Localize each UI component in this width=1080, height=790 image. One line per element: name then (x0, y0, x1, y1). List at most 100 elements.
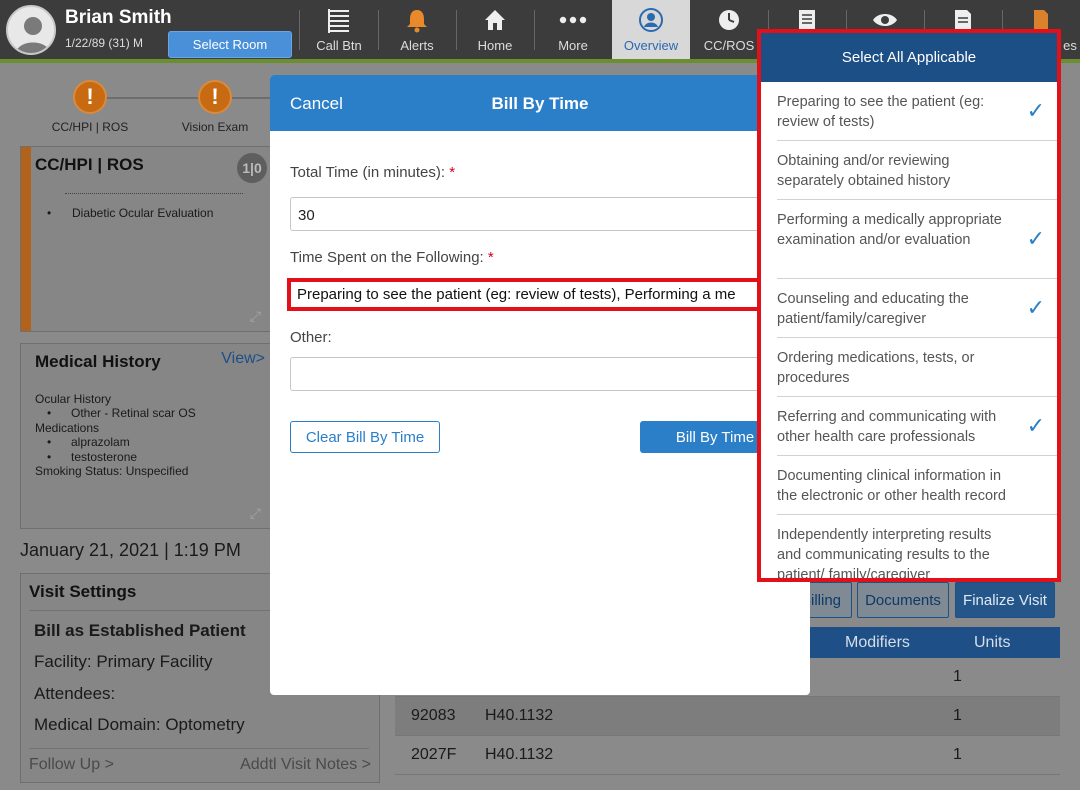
nav-more[interactable]: More (534, 0, 612, 60)
divider (29, 748, 369, 749)
history-line: testosterone (71, 450, 138, 464)
option-label: Preparing to see the patient (eg: review… (777, 94, 985, 130)
divider (65, 193, 243, 194)
workflow-step-label: Vision Exam (181, 120, 249, 134)
option-label: Obtaining and/or reviewing separately ob… (777, 153, 951, 189)
follow-up-link[interactable]: Follow Up > (29, 756, 114, 774)
documents-button[interactable]: Documents (857, 582, 949, 618)
nav-label: Home (477, 38, 513, 53)
option-item[interactable]: Documenting clinical information in the … (777, 456, 1057, 515)
expand-icon[interactable]: ⤢ (250, 308, 261, 325)
other-label: Other: (290, 329, 332, 346)
required-marker: * (449, 164, 456, 181)
units-value: 1 (953, 746, 962, 763)
more-icon (534, 6, 612, 34)
cc-item: Diabetic Ocular Evaluation (72, 206, 214, 220)
table-row[interactable]: 92083 H40.1132 1 (395, 697, 1060, 736)
checkmark-icon: ✓ (1026, 97, 1045, 123)
highlight-annotation (287, 278, 767, 311)
alert-icon: ! (198, 80, 232, 114)
nav-home[interactable]: Home (456, 0, 534, 60)
units-value: 1 (953, 668, 962, 685)
history-line: alprazolam (71, 435, 130, 449)
column-header-modifiers: Modifiers (845, 634, 910, 651)
checkmark-icon: ✓ (1026, 412, 1045, 438)
option-item[interactable]: Performing a medically appropriate exami… (777, 200, 1057, 279)
bullet: • (47, 450, 52, 464)
alert-icon: ! (73, 80, 107, 114)
patient-avatar[interactable] (6, 5, 56, 55)
select-applicable-popover: Select All Applicable Preparing to see t… (757, 29, 1061, 582)
workflow-step-label: CC/HPI | ROS (51, 120, 129, 134)
select-room-button[interactable]: Select Room (168, 31, 292, 58)
table-row[interactable]: 2027F H40.1132 1 (395, 736, 1060, 775)
count-badge: 1|0 (237, 153, 267, 183)
medical-domain[interactable]: Medical Domain: Optometry (34, 715, 245, 735)
person-silhouette-icon (16, 17, 50, 53)
option-item[interactable]: Referring and communicating with other h… (777, 397, 1057, 456)
card-title: Visit Settings (29, 582, 137, 601)
popover-title: Select All Applicable (761, 33, 1057, 82)
nav-overview[interactable]: Overview (612, 0, 690, 60)
history-line: Ocular History (35, 392, 112, 406)
medical-history-card[interactable]: Medical History View> Ocular History • O… (20, 343, 272, 529)
patient-name: Brian Smith (65, 7, 172, 28)
time-spent-label: Time Spent on the Following: * (290, 249, 494, 266)
bill-by-time-modal: Bill By Time Cancel Total Time (in minut… (270, 75, 810, 695)
option-label: Referring and communicating with other h… (777, 409, 997, 445)
total-time-input[interactable]: 30 (290, 197, 790, 231)
bullet: • (47, 406, 52, 420)
nav-label: More (558, 38, 588, 53)
bill-type[interactable]: Bill as Established Patient (34, 621, 246, 641)
person-icon (612, 6, 690, 34)
option-label: Documenting clinical information in the … (777, 468, 1006, 504)
units-value: 1 (953, 707, 962, 724)
bell-icon (378, 6, 456, 34)
nav-label: Call Btn (316, 38, 362, 53)
expand-icon[interactable]: ⤢ (250, 505, 261, 522)
option-item[interactable]: Preparing to see the patient (eg: review… (777, 82, 1057, 141)
addtl-visit-notes-link[interactable]: Addtl Visit Notes > (240, 756, 371, 774)
status-strip (21, 147, 31, 331)
label-text: Total Time (in minutes): (290, 164, 446, 181)
patient-dob: 1/22/89 (31) M (65, 36, 144, 50)
visit-date: January 21, 2021 | 1:19 PM (20, 540, 241, 560)
option-item[interactable]: Ordering medications, tests, or procedur… (777, 338, 1057, 397)
card-title: CC/HPI | ROS (35, 155, 144, 174)
column-header-units: Units (974, 634, 1011, 651)
checkmark-icon: ✓ (1026, 225, 1045, 251)
home-icon (456, 6, 534, 34)
label-text: Time Spent on the Following: (290, 249, 484, 266)
cc-hpi-card[interactable]: CC/HPI | ROS 1|0 • Diabetic Ocular Evalu… (20, 146, 272, 332)
card-title: Medical History (35, 352, 161, 371)
other-input[interactable] (290, 357, 790, 391)
view-link[interactable]: View> (221, 350, 265, 368)
history-line: Medications (35, 421, 100, 435)
diagnosis-code: H40.1132 (485, 746, 554, 763)
option-item[interactable]: Independently interpreting results and c… (777, 515, 1057, 582)
workflow-step-cc-hpi[interactable]: ! CC/HPI | ROS (40, 80, 140, 134)
cpt-code: 2027F (411, 746, 457, 763)
cpt-code: 92083 (411, 707, 456, 724)
nav-label: es (1063, 38, 1077, 53)
facility[interactable]: Facility: Primary Facility (34, 652, 213, 672)
nav-label: Alerts (400, 38, 434, 53)
nav-alerts[interactable]: Alerts (378, 0, 456, 60)
option-label: Independently interpreting results and c… (777, 527, 992, 582)
history-line: Other - Retinal scar OS (71, 406, 196, 420)
option-item[interactable]: Counseling and educating the patient/fam… (777, 279, 1057, 338)
workflow-step-vision-exam[interactable]: ! Vision Exam (165, 80, 265, 134)
call-button-icon (300, 6, 378, 34)
option-item[interactable]: Obtaining and/or reviewing separately ob… (777, 141, 1057, 200)
option-label: Ordering medications, tests, or procedur… (777, 350, 975, 386)
finalize-visit-button[interactable]: Finalize Visit (955, 582, 1055, 618)
attendees[interactable]: Attendees: (34, 684, 115, 704)
checkmark-icon: ✓ (1026, 294, 1045, 320)
bullet: • (47, 435, 52, 449)
modal-title: Bill By Time (491, 94, 589, 113)
clear-bill-by-time-button[interactable]: Clear Bill By Time (290, 421, 440, 453)
modal-header: Bill By Time Cancel (270, 75, 810, 131)
cancel-button[interactable]: Cancel (290, 94, 343, 114)
option-label: Counseling and educating the patient/fam… (777, 291, 969, 327)
nav-call-button[interactable]: Call Btn (300, 0, 378, 60)
